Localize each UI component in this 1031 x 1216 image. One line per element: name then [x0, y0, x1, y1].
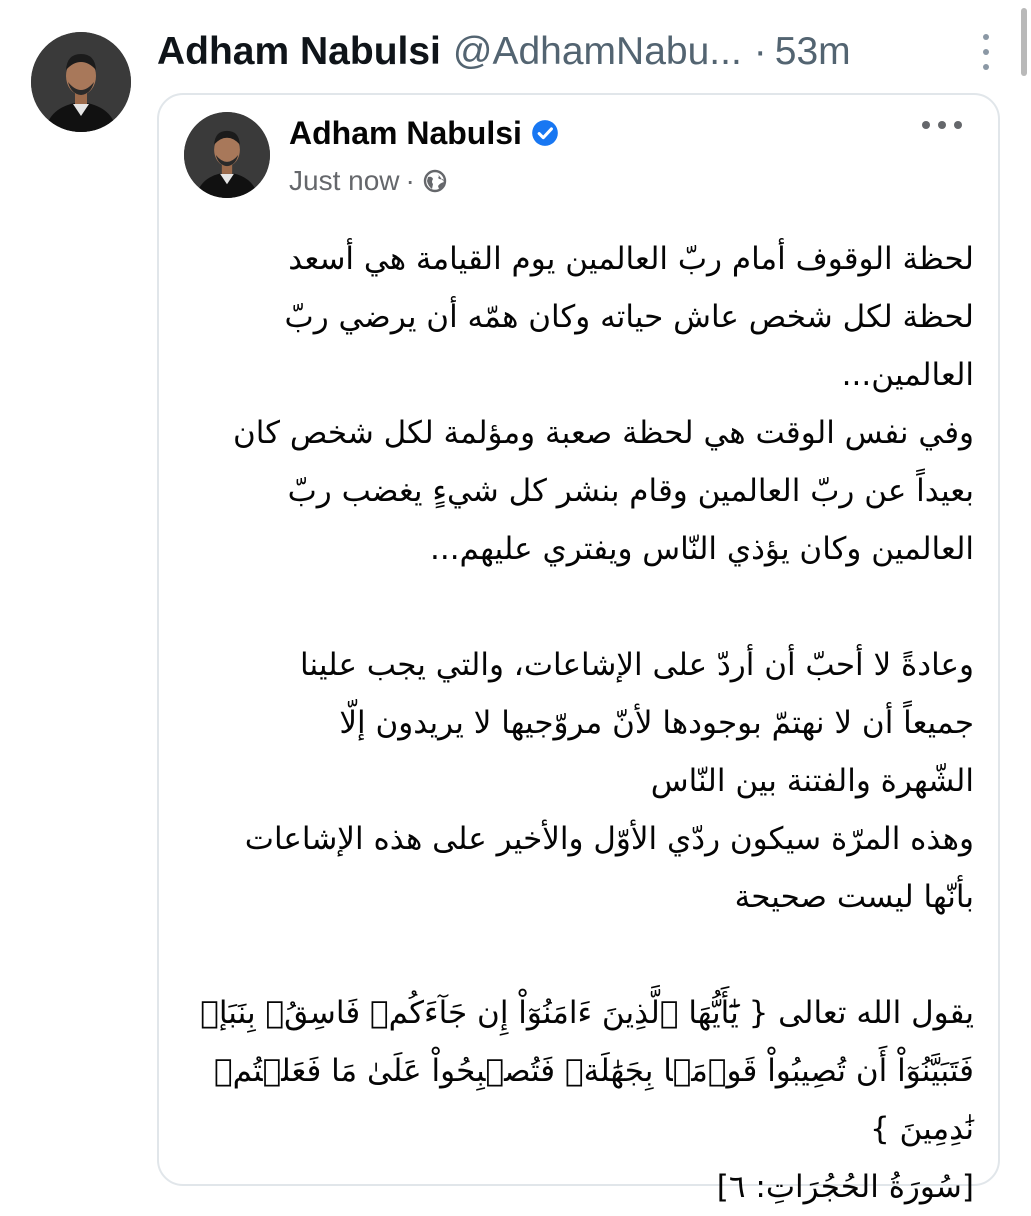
tweet-header: Adham Nabulsi @AdhamNabu... · 53m: [157, 26, 971, 78]
globe-icon: [423, 169, 447, 193]
more-vertical-icon[interactable]: [981, 34, 991, 70]
post-line: [187, 926, 974, 984]
dot: [983, 49, 989, 55]
fb-author-name: Adham Nabulsi: [289, 114, 522, 151]
dot: [938, 121, 946, 129]
fb-post-text: لحظة الوقوف أمام ربّ العالمين يوم القيام…: [187, 230, 974, 1216]
dot: [983, 34, 989, 40]
post-line: لحظة الوقوف أمام ربّ العالمين يوم القيام…: [288, 241, 974, 277]
fb-author-row: Adham Nabulsi: [289, 111, 559, 155]
verified-badge-icon: [532, 120, 558, 146]
post-line: [سُورَةُ الحُجُرَاتِ: ٦]: [716, 1169, 974, 1205]
post-line: وفي نفس الوقت هي لحظة صعبة ومؤلمة لكل شخ…: [233, 415, 974, 451]
post-line: وهذه المرّة سيكون ردّي الأوّل والأخير عل…: [244, 821, 974, 857]
dot: [983, 64, 989, 70]
avatar-photo: [31, 32, 131, 132]
tweet-author-handle[interactable]: @AdhamNabu...: [453, 30, 742, 74]
more-horizontal-icon: [922, 119, 962, 131]
fb-post-time: Just now: [289, 165, 400, 196]
scrollbar[interactable]: [1021, 8, 1027, 76]
post-line: الشّهرة والفتنة بين النّاس: [650, 763, 974, 799]
dot: [922, 121, 930, 129]
post-line: [187, 578, 974, 636]
post-line: العالمين...: [841, 357, 974, 393]
separator-dot: ·: [753, 30, 767, 73]
avatar-photo: [184, 112, 270, 198]
tweet-timestamp[interactable]: 53m: [775, 30, 851, 74]
post-line: جميعاً أن لا نهتمّ بوجودها لأنّ مروّجيها…: [339, 705, 974, 741]
post-line: وعادةً لا أحبّ أن أردّ على الإشاعات، وال…: [300, 647, 974, 683]
post-line: نَٰدِمِينَ }: [869, 1111, 974, 1147]
fb-author-avatar: [184, 112, 270, 198]
fb-post-meta: Just now ·: [289, 163, 447, 199]
post-line: فَتَبَيَّنُوٓاْ أَن تُصِيبُواْ قَوۡمَۢا …: [214, 1053, 974, 1089]
tweet-author-name[interactable]: Adham Nabulsi: [157, 30, 441, 74]
separator-dot: ·: [405, 165, 415, 196]
post-line: بعيداً عن ربّ العالمين وقام بنشر كل شيءٍ…: [287, 473, 974, 509]
tweet-author-avatar[interactable]: [31, 32, 131, 132]
post-line: لحظة لكل شخص عاش حياته وكان همّه أن يرضي…: [284, 299, 974, 335]
facebook-post-screenshot[interactable]: Adham Nabulsi Just now · لحظة الوقوف أما…: [157, 93, 1000, 1205]
post-line: يقول الله تعالى { يَٰٓأَيُّهَا ٱلَّذِينَ…: [200, 995, 974, 1031]
dot: [954, 121, 962, 129]
post-line: العالمين وكان يؤذي النّاس ويفتري عليهم..…: [430, 531, 974, 567]
post-line: بأنّها ليست صحيحة: [734, 879, 974, 915]
